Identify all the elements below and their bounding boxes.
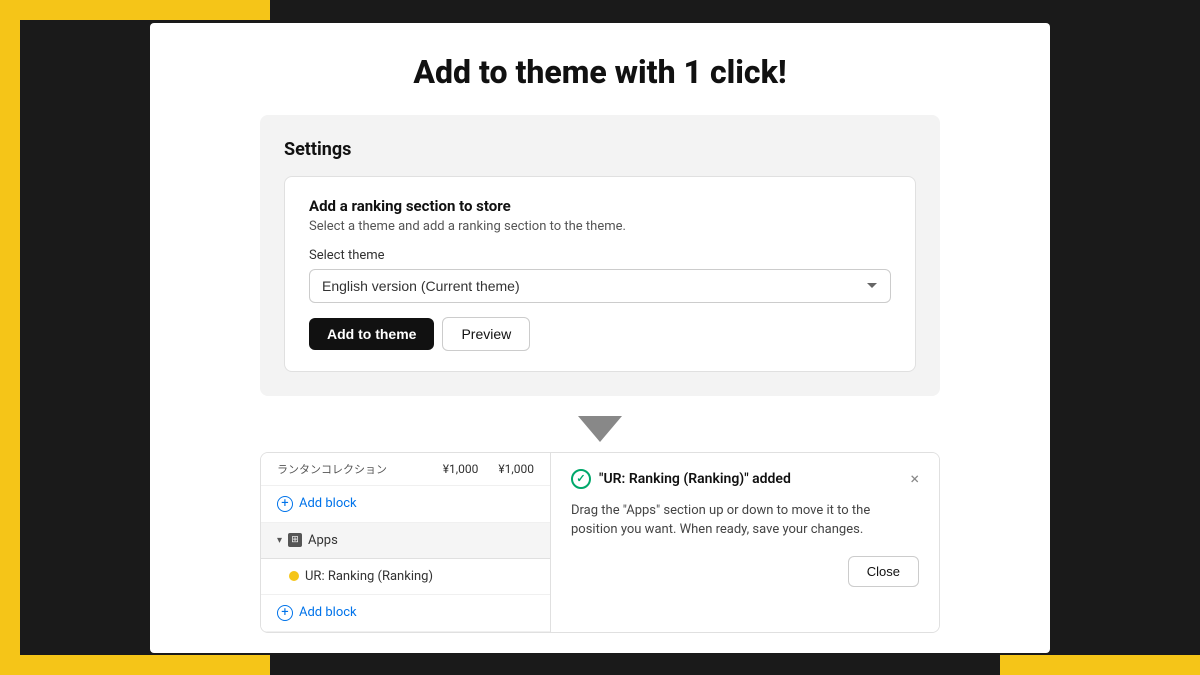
- page-title: Add to theme with 1 click!: [413, 53, 786, 91]
- inner-settings-card: Add a ranking section to store Select a …: [284, 176, 916, 372]
- apps-row[interactable]: ▾ ⊞ Apps: [261, 523, 550, 559]
- corner-accent-top-left: [0, 0, 270, 20]
- price-col1: ¥1,000: [443, 462, 479, 476]
- ranking-dot-icon: [289, 571, 299, 581]
- preview-button[interactable]: Preview: [442, 317, 530, 351]
- notification-title: "UR: Ranking (Ranking)" added: [599, 471, 902, 487]
- add-block-row-2[interactable]: + Add block: [261, 595, 550, 632]
- notification-header: "UR: Ranking (Ranking)" added ×: [571, 469, 919, 489]
- corner-accent-bottom-left: [0, 655, 270, 675]
- product-japanese-text: ランタンコレクション: [277, 461, 423, 477]
- corner-accent-bottom-right: [1000, 655, 1200, 675]
- left-panel: ランタンコレクション ¥1,000 ¥1,000 + Add block ▾ ⊞…: [261, 453, 551, 632]
- notification-body: Drag the "Apps" section up or down to mo…: [571, 501, 919, 540]
- apps-label: Apps: [308, 533, 338, 548]
- close-button[interactable]: Close: [848, 556, 919, 587]
- settings-heading: Settings: [284, 139, 916, 160]
- bottom-section: ランタンコレクション ¥1,000 ¥1,000 + Add block ▾ ⊞…: [260, 452, 940, 633]
- select-label: Select theme: [309, 248, 891, 263]
- product-row: ランタンコレクション ¥1,000 ¥1,000: [261, 453, 550, 486]
- side-accent-left: [0, 20, 20, 655]
- check-circle-icon: [571, 469, 591, 489]
- settings-card: Settings Add a ranking section to store …: [260, 115, 940, 396]
- card-title: Add a ranking section to store: [309, 197, 891, 215]
- add-block-plus-icon-1: +: [277, 496, 293, 512]
- ranking-row[interactable]: UR: Ranking (Ranking): [261, 559, 550, 595]
- main-content-area: Add to theme with 1 click! Settings Add …: [150, 23, 1050, 653]
- ranking-label: UR: Ranking (Ranking): [305, 569, 433, 584]
- chevron-icon: ▾: [277, 535, 282, 546]
- add-block-label-2: Add block: [299, 605, 357, 620]
- arrow-down-icon: [578, 416, 622, 442]
- button-row: Add to theme Preview: [309, 317, 891, 351]
- close-icon[interactable]: ×: [910, 471, 919, 487]
- add-to-theme-button[interactable]: Add to theme: [309, 318, 434, 350]
- price-col2: ¥1,000: [498, 462, 534, 476]
- apps-icon: ⊞: [288, 533, 302, 547]
- add-block-row-1[interactable]: + Add block: [261, 486, 550, 523]
- add-block-label-1: Add block: [299, 496, 357, 511]
- card-description: Select a theme and add a ranking section…: [309, 219, 891, 234]
- theme-select[interactable]: English version (Current theme): [309, 269, 891, 303]
- right-panel: "UR: Ranking (Ranking)" added × Drag the…: [551, 453, 939, 632]
- add-block-plus-icon-2: +: [277, 605, 293, 621]
